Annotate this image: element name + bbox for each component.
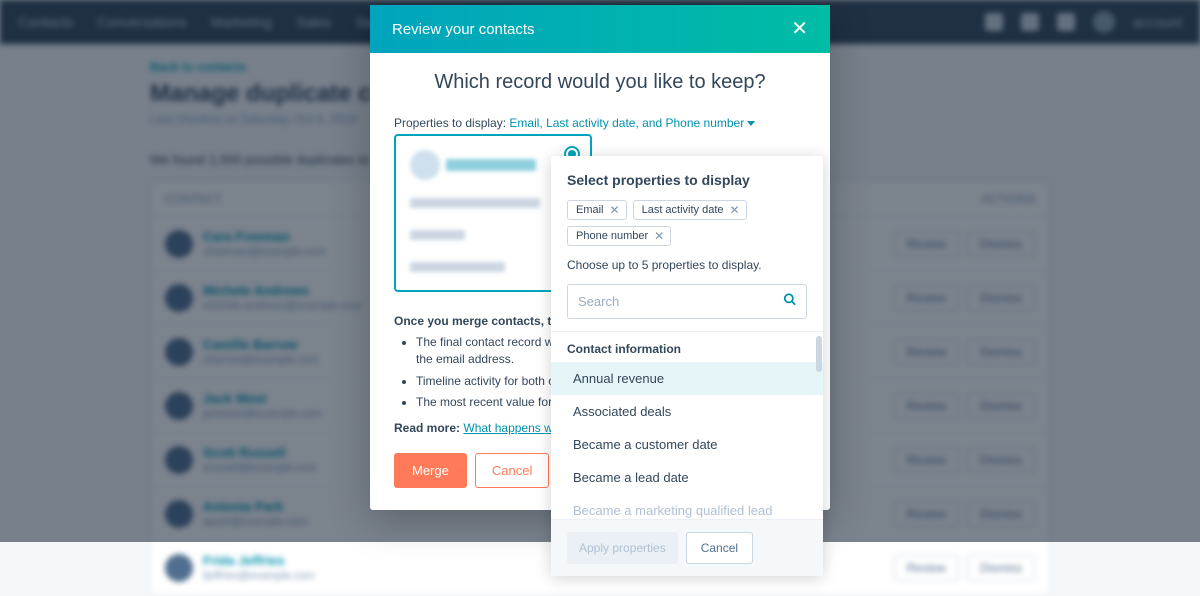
props-dropdown[interactable]: Email, Last activity date, and Phone num… — [509, 116, 755, 130]
property-option[interactable]: Became a lead date — [551, 461, 823, 494]
token-label: Phone number — [576, 230, 648, 242]
property-option[interactable]: Annual revenue — [551, 362, 823, 395]
apply-properties-button[interactable]: Apply properties — [567, 532, 678, 564]
cancel-button[interactable]: Cancel — [475, 453, 549, 488]
search-icon — [783, 292, 797, 311]
property-token: Last activity date ✕ — [633, 200, 747, 220]
close-icon[interactable]: ✕ — [791, 19, 808, 39]
avatar — [165, 554, 193, 582]
props-label: Properties to display: — [394, 116, 506, 130]
modal-question: Which record would you like to keep? — [394, 71, 806, 94]
token-remove-icon[interactable]: ✕ — [730, 204, 740, 216]
modal-title: Review your contacts — [392, 21, 535, 38]
dismiss-button[interactable]: Dismiss — [967, 555, 1035, 581]
phone-value — [410, 262, 505, 272]
popover-note: Choose up to 5 properties to display. — [567, 258, 807, 272]
popover-heading: Select properties to display — [567, 172, 807, 188]
email-value — [410, 198, 540, 208]
token-label: Last activity date — [642, 204, 724, 216]
chevron-down-icon — [747, 121, 755, 126]
property-group: Contact information — [551, 332, 823, 362]
token-label: Email — [576, 204, 604, 216]
activity-value — [410, 230, 465, 240]
property-option[interactable]: Became a marketing qualified lead date — [551, 494, 823, 519]
review-button[interactable]: Review — [894, 555, 959, 581]
popover-cancel-button[interactable]: Cancel — [686, 532, 753, 564]
contact-name — [446, 159, 536, 171]
property-token: Email ✕ — [567, 200, 627, 220]
merge-button[interactable]: Merge — [394, 453, 467, 488]
selected-tokens: Email ✕ Last activity date ✕ Phone number ✕ — [567, 200, 807, 246]
property-option[interactable]: Became a customer date — [551, 428, 823, 461]
readmore-label: Read more: — [394, 421, 460, 435]
token-remove-icon[interactable]: ✕ — [654, 230, 664, 242]
scrollbar[interactable] — [816, 336, 822, 372]
properties-popover: Select properties to display Email✕Last … — [551, 156, 823, 576]
property-option[interactable]: Associated deals — [551, 395, 823, 428]
avatar — [410, 150, 440, 180]
token-remove-icon[interactable]: ✕ — [610, 204, 620, 216]
property-token: Phone number ✕ — [567, 226, 671, 246]
search-input[interactable] — [567, 284, 807, 319]
